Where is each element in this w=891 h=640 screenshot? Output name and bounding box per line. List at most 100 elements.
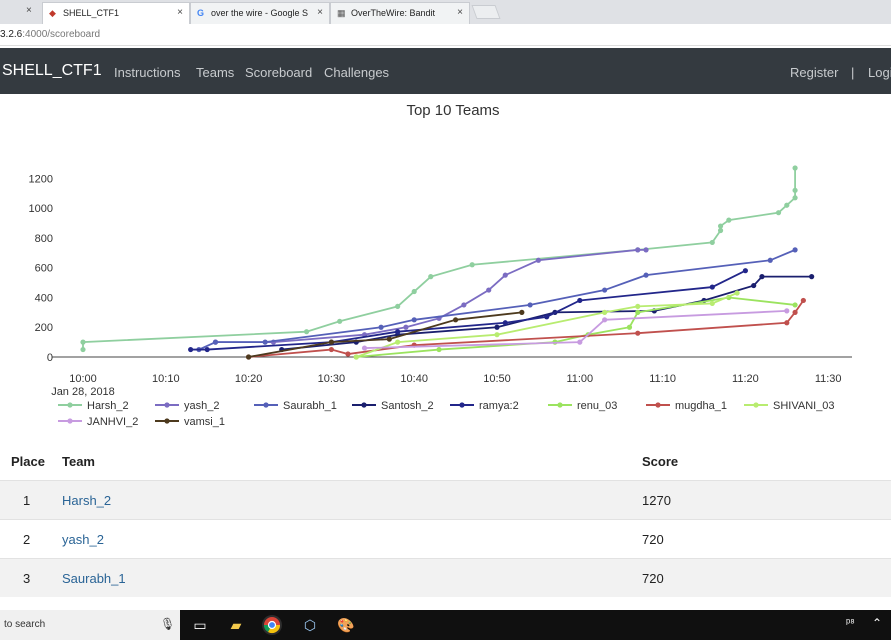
table-row: 2 yash_2 720 (0, 519, 891, 558)
tab-label: over the wire - Google S (211, 8, 309, 18)
data-point (535, 257, 542, 263)
data-point (643, 272, 649, 278)
brand-link[interactable]: SHELL_CTF1 (2, 62, 102, 80)
close-icon[interactable]: × (26, 5, 32, 16)
series-line (248, 311, 522, 358)
data-point (767, 257, 773, 263)
data-point (188, 346, 194, 353)
legend-marker (164, 418, 170, 424)
data-point (80, 339, 86, 345)
url-path: :4000/scoreboard (22, 29, 101, 40)
data-point (453, 317, 459, 323)
legend-label: Santosh_2 (381, 400, 434, 412)
data-point (577, 297, 583, 304)
google-icon: G (197, 8, 205, 18)
header-place: Place (11, 454, 45, 469)
network-icon[interactable]: ᵖ⁸ (846, 617, 855, 629)
data-point (775, 210, 782, 216)
data-point (635, 330, 641, 336)
x-tick-label: 10:40 (400, 373, 428, 385)
tab-google-search[interactable]: G over the wire - Google S × (190, 2, 330, 24)
x-tick-label: 10:20 (235, 373, 263, 385)
y-tick-label: 200 (35, 322, 53, 334)
legend-label: mugdha_1 (675, 400, 727, 412)
data-point (494, 324, 500, 330)
data-point (212, 339, 219, 345)
tab-shell-ctf1[interactable]: ◆ SHELL_CTF1 × (42, 2, 190, 24)
data-point (626, 324, 633, 330)
legend-marker (557, 402, 563, 408)
data-point (792, 309, 798, 315)
data-point (395, 303, 401, 310)
place-cell: 2 (23, 532, 31, 547)
new-tab-button[interactable] (471, 5, 501, 19)
nav-login[interactable]: Logi (868, 65, 891, 80)
close-icon[interactable]: × (177, 7, 183, 18)
chrome-icon[interactable] (262, 615, 282, 635)
close-icon[interactable]: × (317, 7, 323, 18)
windows-taskbar: to search 🎙 ▭ ▰ ⬡ 🎨 ᵖ⁸ ⌃ (0, 610, 891, 640)
address-bar[interactable]: 3.2.6:4000/scoreboard (0, 24, 891, 46)
data-point (519, 309, 525, 315)
legend-marker (361, 402, 367, 408)
legend-marker (753, 402, 759, 408)
data-point (502, 272, 508, 278)
nav-teams[interactable]: Teams (196, 65, 234, 80)
data-point (428, 274, 434, 280)
file-explorer-icon[interactable]: ▰ (226, 615, 246, 635)
team-link[interactable]: Saurabh_1 (62, 571, 126, 586)
taskbar-search-box[interactable]: to search 🎙 (0, 610, 180, 640)
x-tick-label: 10:00 (69, 373, 97, 385)
data-point (792, 165, 798, 171)
data-point (784, 320, 790, 326)
data-point (792, 247, 798, 253)
data-point (328, 346, 334, 353)
data-point (709, 300, 715, 307)
paint-icon[interactable]: 🎨 (336, 615, 356, 635)
nav-challenges[interactable]: Challenges (324, 65, 389, 80)
close-icon[interactable]: × (457, 7, 463, 18)
tab-overthewire[interactable]: ▦ OverTheWire: Bandit × (330, 2, 470, 24)
series-line (82, 168, 796, 350)
data-point (544, 314, 550, 320)
data-point (792, 195, 798, 201)
legend-label: ramya:2 (479, 400, 519, 412)
virtualbox-icon[interactable]: ⬡ (300, 615, 320, 635)
task-view-icon[interactable]: ▭ (190, 615, 210, 635)
data-point (742, 268, 749, 274)
nav-separator: | (851, 65, 855, 80)
data-point (602, 287, 608, 293)
microphone-icon[interactable]: 🎙 (160, 617, 175, 631)
data-point (337, 318, 343, 324)
data-point (328, 339, 334, 345)
data-point (486, 287, 492, 293)
data-point (792, 302, 798, 308)
data-point (361, 345, 368, 351)
team-link[interactable]: yash_2 (62, 532, 104, 547)
data-point (353, 354, 359, 360)
data-point (403, 324, 409, 330)
legend-label: yash_2 (184, 400, 219, 412)
data-point (751, 282, 757, 289)
nav-instructions[interactable]: Instructions (114, 65, 180, 80)
legend-marker (67, 418, 73, 424)
chevron-up-icon[interactable]: ⌃ (872, 616, 882, 630)
data-point (717, 223, 724, 229)
y-tick-label: 0 (47, 352, 53, 364)
search-placeholder: to search (4, 619, 46, 630)
data-point (411, 288, 417, 295)
nav-scoreboard[interactable]: Scoreboard (245, 65, 312, 80)
legend-marker (164, 402, 170, 408)
data-point (395, 329, 401, 335)
url-host: 3.2.6 (0, 29, 23, 40)
table-row: 1 Harsh_2 1270 (0, 480, 891, 519)
data-point (635, 309, 641, 315)
scoreboard-table: Place Team Score 1 Harsh_2 1270 2 yash_2… (0, 442, 891, 597)
data-point (494, 332, 500, 338)
y-tick-label: 1000 (29, 203, 53, 215)
data-point (461, 302, 467, 308)
x-tick-label: 10:30 (318, 373, 346, 385)
team-link[interactable]: Harsh_2 (62, 493, 111, 508)
score-cell: 720 (642, 571, 664, 586)
nav-register[interactable]: Register (790, 65, 838, 80)
